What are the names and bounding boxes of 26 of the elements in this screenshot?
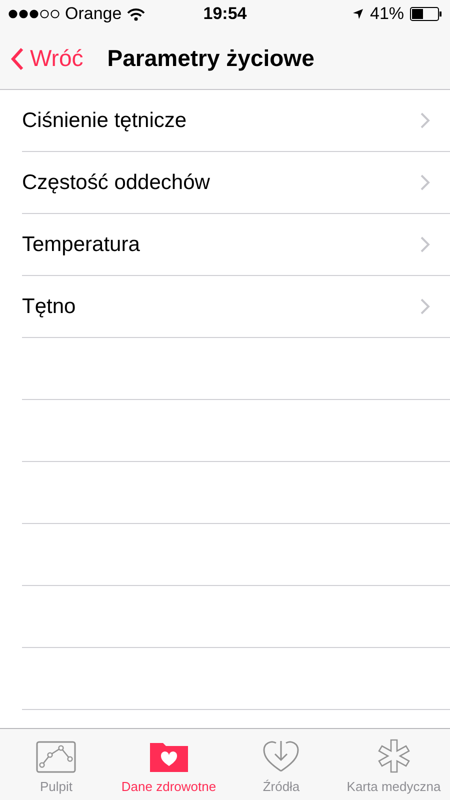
tab[interactable]: Karta medyczna <box>338 729 450 800</box>
chevron-icon <box>420 112 430 129</box>
carrier-name: Orange <box>65 4 122 24</box>
tab[interactable]: Pulpit <box>0 729 112 800</box>
asterisk-icon <box>376 739 412 773</box>
list-item[interactable]: Częstość oddechów <box>22 152 450 214</box>
chart-icon <box>36 741 76 773</box>
signal-icon <box>8 9 60 19</box>
chevron-icon <box>420 236 430 253</box>
tab[interactable]: Źródła <box>225 729 338 800</box>
wifi-icon <box>126 8 145 20</box>
battery-percent: 41% <box>370 4 404 24</box>
list-item[interactable]: Ciśnienie tętnicze <box>22 90 450 152</box>
back-chevron-icon <box>10 46 24 70</box>
tab[interactable]: Dane zdrowotne <box>112 729 225 800</box>
list-item[interactable]: Temperatura <box>22 214 450 276</box>
location-arrow-icon <box>352 8 364 20</box>
clock: 19:54 <box>203 4 247 24</box>
heart-folder-icon <box>148 741 189 773</box>
back-button[interactable]: Wróć <box>10 45 84 72</box>
screen-title: Parametry życiowe <box>107 45 314 72</box>
heart-download-icon <box>261 739 302 773</box>
list-item[interactable]: Tętno <box>22 276 450 338</box>
chevron-icon <box>420 174 430 191</box>
battery-icon <box>410 7 442 21</box>
chevron-icon <box>420 298 430 315</box>
